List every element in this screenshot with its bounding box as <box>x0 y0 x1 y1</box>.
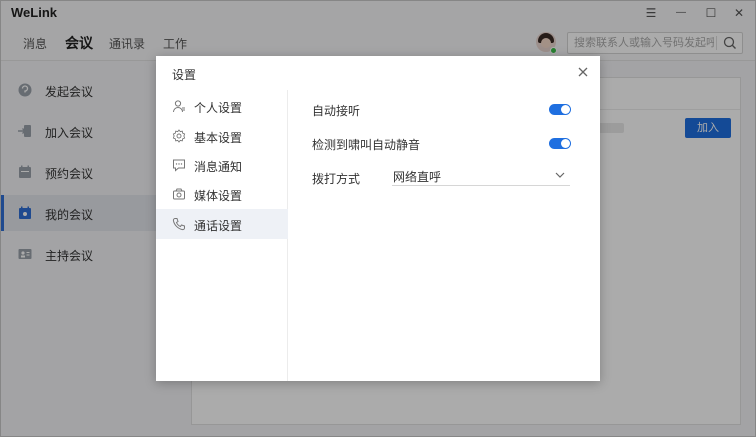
menu-item-notifications[interactable]: 消息通知 <box>156 150 288 180</box>
media-icon <box>173 188 185 200</box>
menu-item-media[interactable]: 媒体设置 <box>156 179 288 209</box>
menu-item-label: 基本设置 <box>194 131 243 145</box>
dial-mode-label: 拨打方式 <box>312 172 361 186</box>
user-icon <box>173 100 185 113</box>
dial-mode-row: 拨打方式 <box>312 170 360 187</box>
settings-dialog: 设置 个人设置 基本设置 消息通知 媒体设置 通话设置 自动接听 检测到啸叫自动… <box>156 56 600 381</box>
dial-mode-value: 网络直呼 <box>393 170 442 184</box>
auto-answer-row: 自动接听 <box>312 102 360 119</box>
auto-answer-label: 自动接听 <box>312 104 361 118</box>
menu-item-basic[interactable]: 基本设置 <box>156 121 288 151</box>
howl-mute-row: 检测到啸叫自动静音 <box>312 136 420 153</box>
dial-mode-select[interactable]: 网络直呼 <box>392 164 570 186</box>
menu-item-call[interactable]: 通话设置 <box>156 209 288 239</box>
menu-item-label: 通话设置 <box>194 219 243 233</box>
menu-item-label: 个人设置 <box>194 101 243 115</box>
howl-mute-label: 检测到啸叫自动静音 <box>312 138 421 152</box>
dialog-title: 设置 <box>172 68 197 82</box>
menu-item-label: 消息通知 <box>194 160 243 174</box>
phone-icon <box>172 218 185 231</box>
howl-mute-toggle[interactable] <box>549 138 571 149</box>
message-icon <box>173 159 185 172</box>
settings-menu: 个人设置 基本设置 消息通知 媒体设置 通话设置 <box>156 90 288 381</box>
chevron-down-icon <box>555 172 565 178</box>
auto-answer-toggle[interactable] <box>549 104 571 115</box>
gear-icon <box>172 129 186 143</box>
menu-item-personal[interactable]: 个人设置 <box>156 91 288 121</box>
close-icon[interactable] <box>576 65 590 79</box>
menu-item-label: 媒体设置 <box>194 189 243 203</box>
